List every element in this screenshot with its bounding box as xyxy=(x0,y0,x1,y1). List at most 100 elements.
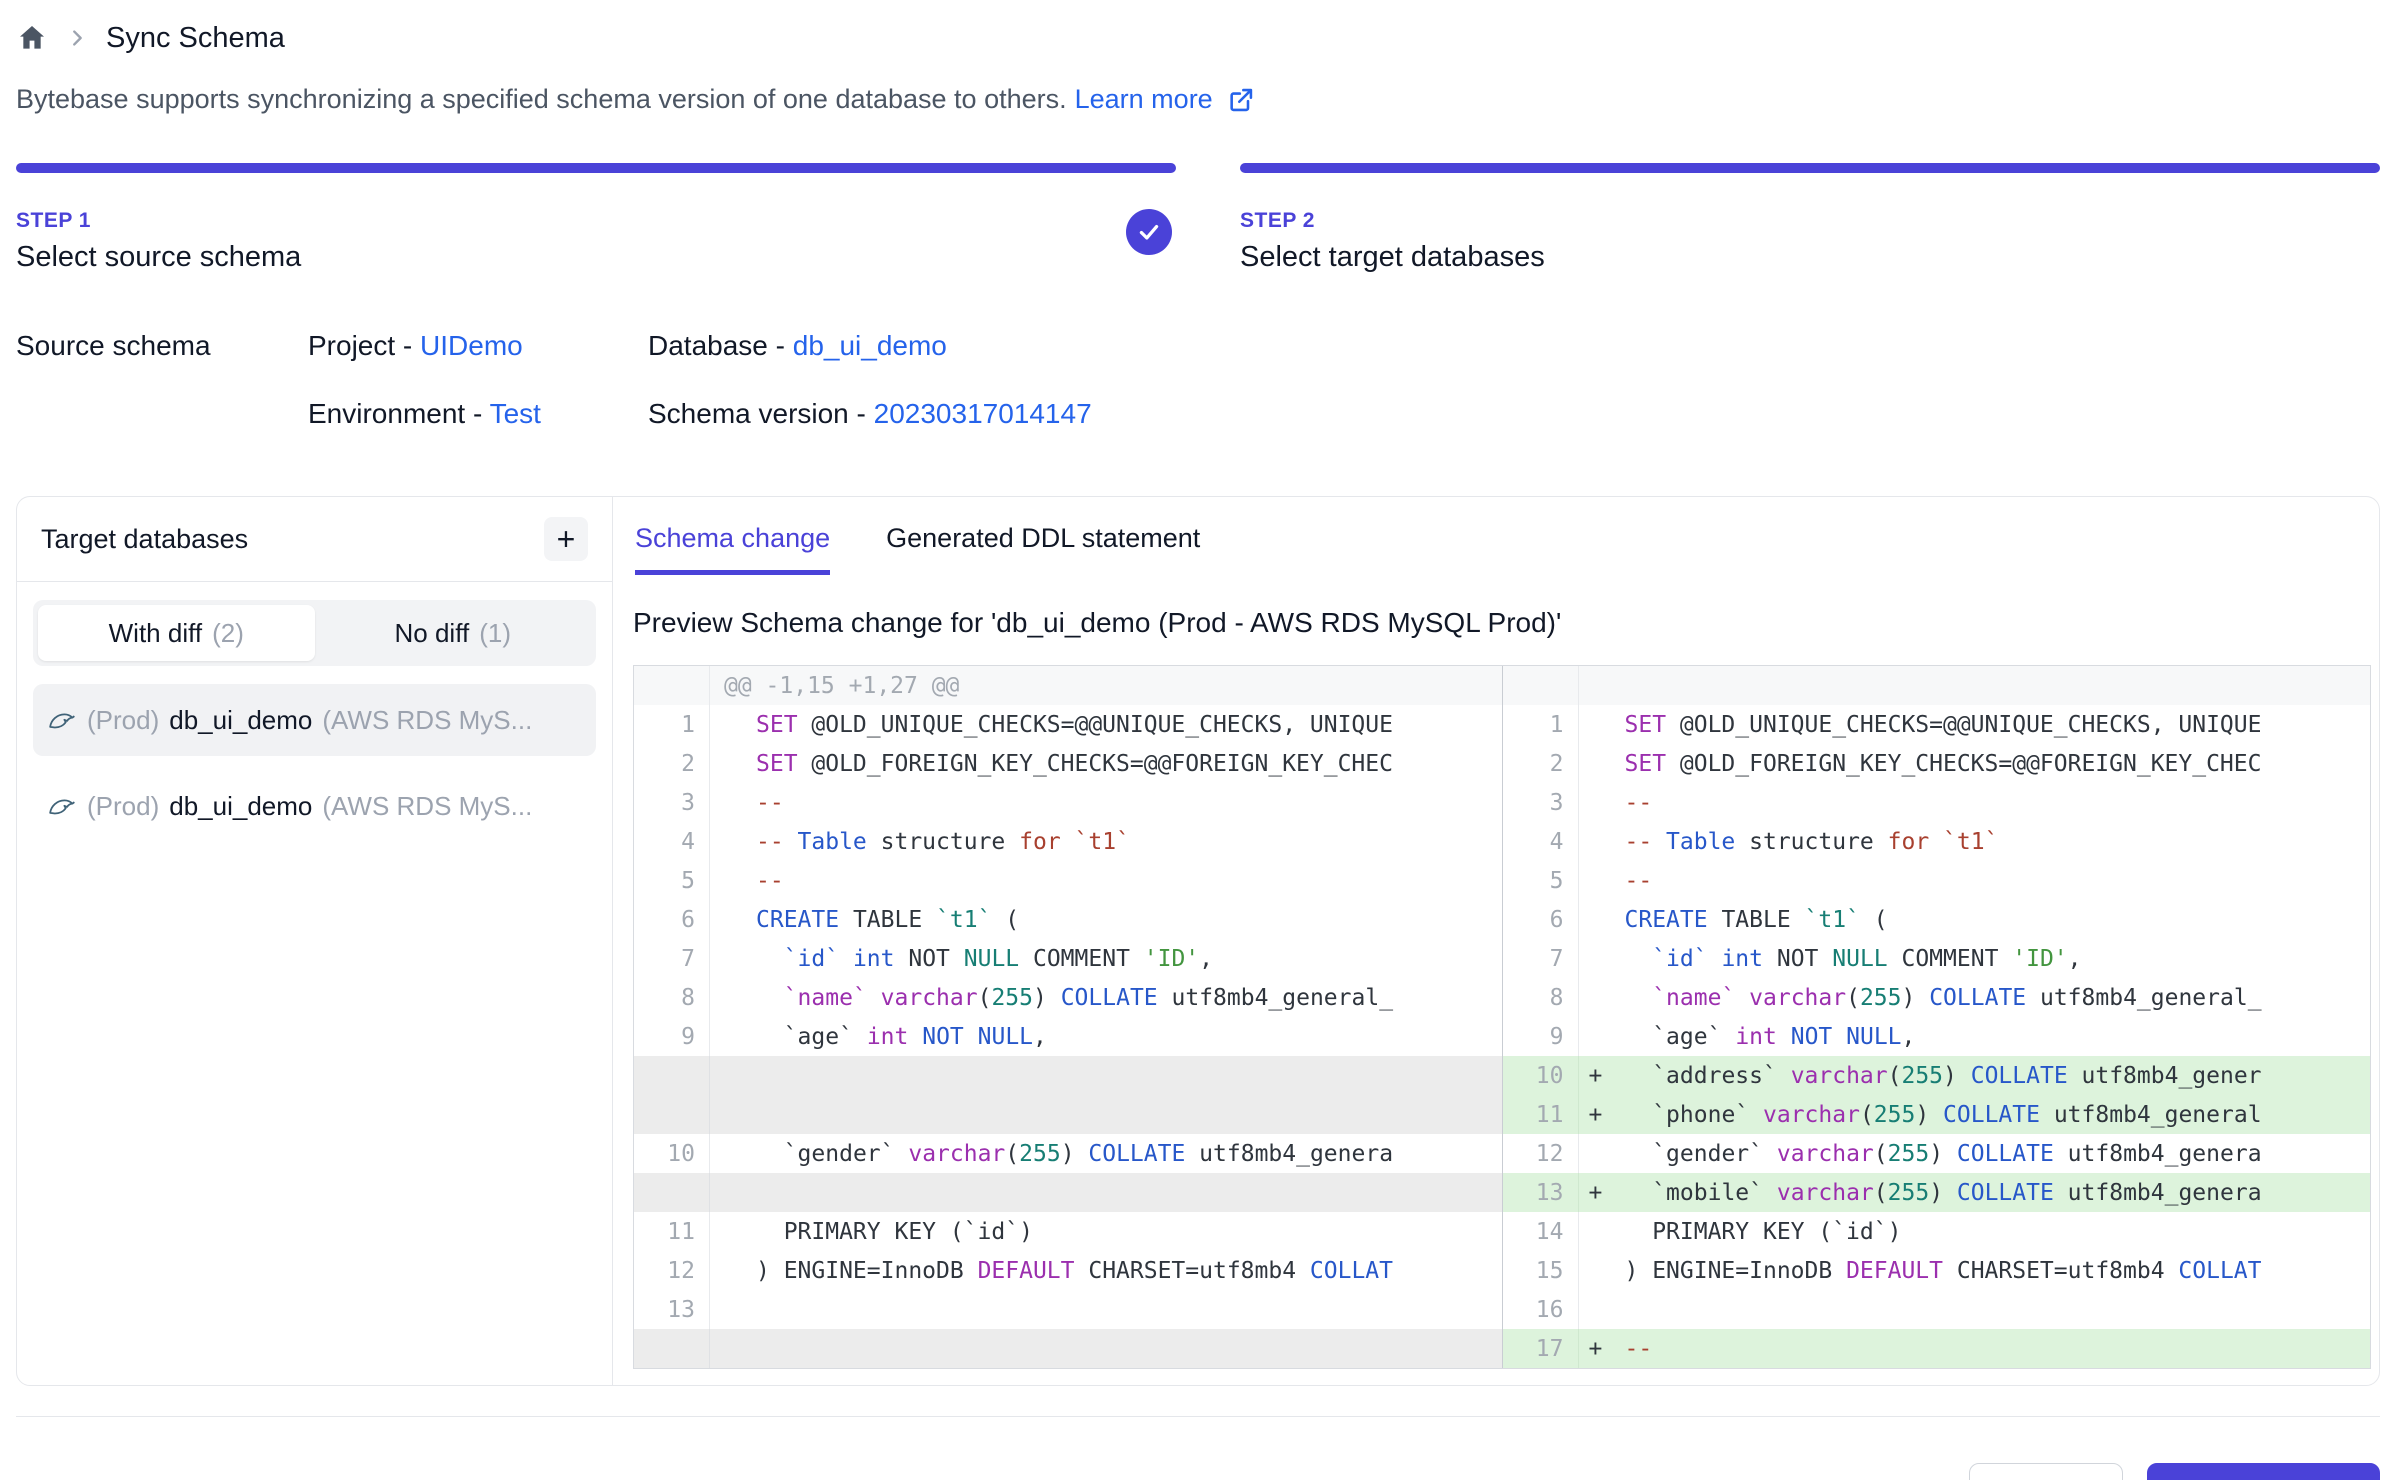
tab-generated-ddl[interactable]: Generated DDL statement xyxy=(886,523,1200,575)
diff-pane-original: @@ -1,15 +1,27 @@1SET @OLD_UNIQUE_CHECKS… xyxy=(634,666,1502,1368)
footer-actions: Back Preview issue xyxy=(16,1463,2380,1480)
diff-add-sign: + xyxy=(1589,1180,1603,1206)
diff-line-number: 16 xyxy=(1503,1290,1579,1329)
target-databases-panel: Target databases + With diff (2) No diff… xyxy=(17,497,613,1385)
diff-line-number: 12 xyxy=(1503,1134,1579,1173)
diff-line-number: 8 xyxy=(1503,978,1579,1017)
diff-code-line xyxy=(710,1290,1502,1329)
diff-line-number: 3 xyxy=(1503,783,1579,822)
project-link[interactable]: UIDemo xyxy=(420,330,523,361)
environment-link[interactable]: Test xyxy=(490,398,541,429)
diff-row: 10+ `address` varchar(255) COLLATE utf8m… xyxy=(1503,1056,2371,1095)
diff-row: 12) ENGINE=InnoDB DEFAULT CHARSET=utf8mb… xyxy=(634,1251,1502,1290)
diff-line-number: 12 xyxy=(634,1251,710,1290)
tab-with-diff[interactable]: With diff (2) xyxy=(38,605,315,661)
diff-row: 10 `gender` varchar(255) COLLATE utf8mb4… xyxy=(634,1134,1502,1173)
page-description: Bytebase supports synchronizing a specif… xyxy=(16,84,2380,115)
diff-line-number: 9 xyxy=(634,1017,710,1056)
diff-row: 11+ `phone` varchar(255) COLLATE utf8mb4… xyxy=(1503,1095,2371,1134)
source-environment: Environment - Test xyxy=(308,398,648,430)
sync-card: Target databases + With diff (2) No diff… xyxy=(16,496,2380,1386)
back-button[interactable]: Back xyxy=(1969,1463,2123,1480)
diff-line-number: 11 xyxy=(1503,1095,1579,1134)
target-database-item-2[interactable]: (Prod) db_ui_demo (AWS RDS MyS... xyxy=(33,770,596,842)
add-target-database-button[interactable]: + xyxy=(544,517,588,561)
external-link-icon[interactable] xyxy=(1227,86,1255,114)
diff-code-line: `name` varchar(255) COLLATE utf8mb4_gene… xyxy=(710,978,1502,1017)
source-database: Database - db_ui_demo xyxy=(648,330,1288,362)
source-project: Project - UIDemo xyxy=(308,330,648,362)
diff-row: 3-- xyxy=(634,783,1502,822)
diff-code-line xyxy=(1579,666,2371,705)
diff-code-line xyxy=(710,1056,1502,1095)
diff-line-number: 5 xyxy=(634,861,710,900)
diff-code-line: SET @OLD_UNIQUE_CHECKS=@@UNIQUE_CHECKS, … xyxy=(710,705,1502,744)
source-schema-summary: Source schema Project - UIDemo Database … xyxy=(16,330,2380,430)
diff-code-line: SET @OLD_FOREIGN_KEY_CHECKS=@@FOREIGN_KE… xyxy=(710,744,1502,783)
diff-code-line: CREATE TABLE `t1` ( xyxy=(1579,900,2371,939)
no-diff-count: (1) xyxy=(479,618,511,649)
preview-issue-button[interactable]: Preview issue xyxy=(2147,1463,2380,1480)
diff-line-number: 6 xyxy=(1503,900,1579,939)
diff-row: 1SET @OLD_UNIQUE_CHECKS=@@UNIQUE_CHECKS,… xyxy=(634,705,1502,744)
step-2-bar xyxy=(1240,163,2380,173)
diff-line-number: 15 xyxy=(1503,1251,1579,1290)
diff-code-line: `age` int NOT NULL, xyxy=(710,1017,1502,1056)
diff-row: 8 `name` varchar(255) COLLATE utf8mb4_ge… xyxy=(634,978,1502,1017)
home-icon[interactable] xyxy=(16,22,48,54)
schema-diff-view: @@ -1,15 +1,27 @@1SET @OLD_UNIQUE_CHECKS… xyxy=(633,665,2371,1369)
diff-code-line xyxy=(710,1329,1502,1368)
diff-filler-row xyxy=(634,1173,1502,1212)
diff-code-line: SET @OLD_FOREIGN_KEY_CHECKS=@@FOREIGN_KE… xyxy=(1579,744,2371,783)
diff-line-number: 10 xyxy=(1503,1056,1579,1095)
diff-row: 9 `age` int NOT NULL, xyxy=(1503,1017,2371,1056)
diff-line-number: 8 xyxy=(634,978,710,1017)
diff-code-line: SET @OLD_UNIQUE_CHECKS=@@UNIQUE_CHECKS, … xyxy=(1579,705,2371,744)
diff-row: 14 PRIMARY KEY (`id`) xyxy=(1503,1212,2371,1251)
diff-code-line: `name` varchar(255) COLLATE utf8mb4_gene… xyxy=(1579,978,2371,1017)
preview-title: Preview Schema change for 'db_ui_demo (P… xyxy=(633,607,2371,639)
diff-code-line: -- xyxy=(1579,861,2371,900)
diff-line-number: 1 xyxy=(1503,705,1579,744)
step-1-title: Select source schema xyxy=(16,241,1176,274)
preview-tabs: Schema change Generated DDL statement xyxy=(633,523,2371,575)
diff-row: 6CREATE TABLE `t1` ( xyxy=(634,900,1502,939)
diff-line-number: 7 xyxy=(1503,939,1579,978)
mysql-dolphin-icon xyxy=(47,791,77,821)
diff-code-line: + `mobile` varchar(255) COLLATE utf8mb4_… xyxy=(1579,1173,2371,1212)
database-link[interactable]: db_ui_demo xyxy=(793,330,947,361)
diff-line-number: 2 xyxy=(634,744,710,783)
diff-row: 5-- xyxy=(634,861,1502,900)
target-database-list: (Prod) db_ui_demo (AWS RDS MyS... (Prod)… xyxy=(17,676,612,850)
sync-schema-page: Sync Schema Bytebase supports synchroniz… xyxy=(0,0,2396,1480)
diff-row: 13 xyxy=(634,1290,1502,1329)
diff-line-number: 1 xyxy=(634,705,710,744)
diff-row: 12 `gender` varchar(255) COLLATE utf8mb4… xyxy=(1503,1134,2371,1173)
diff-row: 4-- Table structure for `t1` xyxy=(634,822,1502,861)
tab-no-diff[interactable]: No diff (1) xyxy=(315,605,592,661)
diff-line-number: 6 xyxy=(634,900,710,939)
step-2-label: STEP 2 xyxy=(1240,209,2380,233)
diff-row: 9 `age` int NOT NULL, xyxy=(634,1017,1502,1056)
diff-code-line: `gender` varchar(255) COLLATE utf8mb4_ge… xyxy=(1579,1134,2371,1173)
schema-version-link[interactable]: 20230317014147 xyxy=(874,398,1092,429)
diff-code-line xyxy=(710,1095,1502,1134)
tab-schema-change[interactable]: Schema change xyxy=(635,523,830,575)
chevron-right-icon xyxy=(66,27,88,49)
learn-more-link[interactable]: Learn more xyxy=(1075,84,1213,115)
diff-code-line: -- Table structure for `t1` xyxy=(1579,822,2371,861)
diff-add-sign: + xyxy=(1589,1063,1603,1089)
diff-line-number xyxy=(634,1056,710,1095)
diff-row: 16 xyxy=(1503,1290,2371,1329)
diff-line-number: 10 xyxy=(634,1134,710,1173)
target-database-item-1[interactable]: (Prod) db_ui_demo (AWS RDS MyS... xyxy=(33,684,596,756)
diff-add-sign: + xyxy=(1589,1336,1603,1362)
description-text: Bytebase supports synchronizing a specif… xyxy=(16,84,1067,115)
diff-code-line: ) ENGINE=InnoDB DEFAULT CHARSET=utf8mb4 … xyxy=(710,1251,1502,1290)
source-schema-version: Schema version - 20230317014147 xyxy=(648,398,1288,430)
source-schema-label: Source schema xyxy=(16,330,308,430)
diff-filler-row xyxy=(634,1056,1502,1095)
diff-line-number: 3 xyxy=(634,783,710,822)
diff-filler-row xyxy=(634,1329,1502,1368)
footer-divider xyxy=(16,1416,2380,1417)
